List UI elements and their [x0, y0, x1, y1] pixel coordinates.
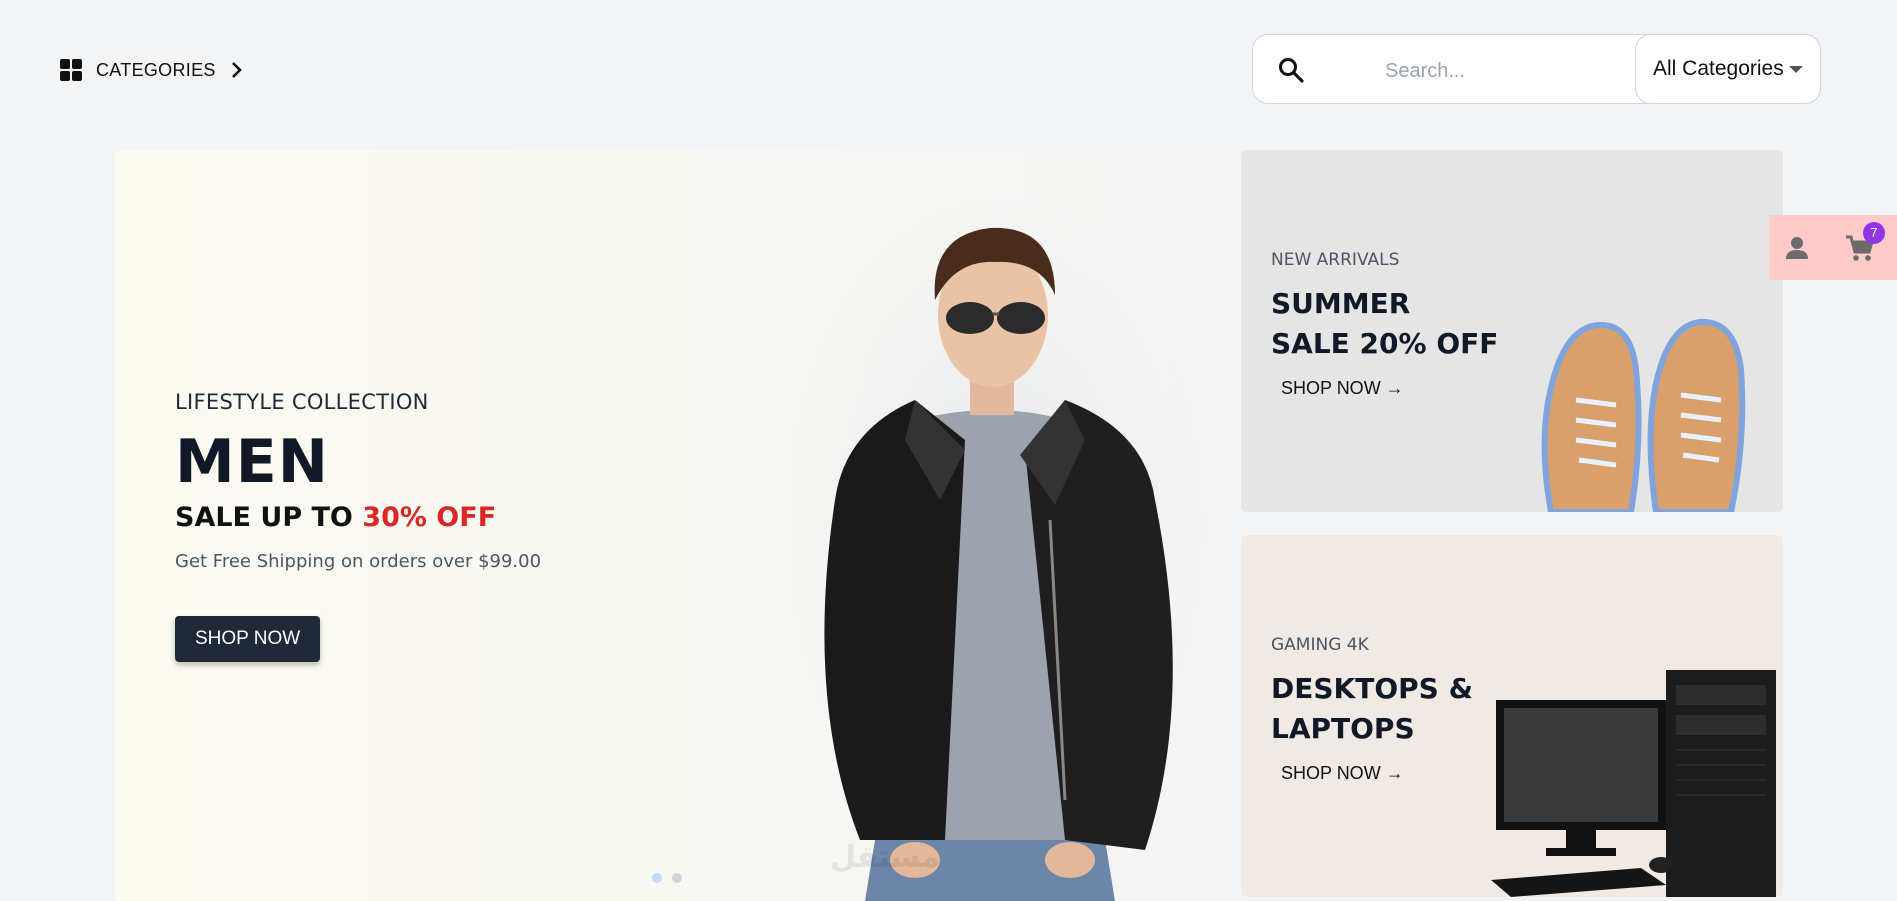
promo-title-line: SUMMER: [1271, 287, 1411, 320]
hero-title: MEN: [175, 427, 329, 497]
model-image: [765, 200, 1221, 901]
promo-title-line: LAPTOPS: [1271, 712, 1415, 745]
category-select-value: All Categories: [1653, 57, 1784, 80]
user-icon[interactable]: [1783, 234, 1811, 262]
carousel-dot[interactable]: [672, 873, 682, 883]
hero-shipping-note: Get Free Shipping on orders over $99.00: [175, 551, 542, 572]
promo-title-line: SALE 20% OFF: [1271, 327, 1499, 360]
promo-card-summer-sale: NEW ARRIVALS SUMMER SALE 20% OFF SHOP NO…: [1241, 150, 1783, 512]
promo-card-desktops: GAMING 4K DESKTOPS & LAPTOPS SHOP NOW →: [1241, 535, 1783, 897]
promo-text: NEW ARRIVALS SUMMER SALE 20% OFF SHOP NO…: [1271, 250, 1498, 399]
desktop-computer-image: [1491, 670, 1776, 897]
promo-text: GAMING 4K DESKTOPS & LAPTOPS SHOP NOW →: [1271, 635, 1473, 784]
promo-title-line: DESKTOPS &: [1271, 672, 1473, 705]
caret-down-icon: [1789, 66, 1803, 73]
promo-eyebrow: GAMING 4K: [1271, 635, 1369, 655]
hero-text: LIFESTYLE COLLECTION MEN SALE UP TO 30% …: [175, 390, 541, 662]
carousel-dots: [652, 873, 682, 883]
categories-label: CATEGORIES: [96, 59, 216, 80]
search-input[interactable]: [1383, 53, 1647, 89]
categories-toggle[interactable]: CATEGORIES: [60, 58, 244, 82]
promo-title: SUMMER SALE 20% OFF: [1271, 284, 1498, 364]
promo-shop-now-link[interactable]: SHOP NOW →: [1271, 378, 1404, 399]
hero-eyebrow: LIFESTYLE COLLECTION: [175, 390, 429, 414]
promo-shop-now-link[interactable]: SHOP NOW →: [1271, 763, 1404, 784]
hero-sale-prefix: SALE UP TO: [175, 502, 353, 533]
hero-banner: LIFESTYLE COLLECTION MEN SALE UP TO 30% …: [115, 150, 1221, 901]
search-bar: All Categories: [1252, 34, 1821, 104]
chevron-right-icon: [231, 62, 242, 78]
grid-icon: [60, 59, 82, 81]
watermark: مستقل: [830, 840, 940, 875]
hero-sale-percent: 30% OFF: [362, 502, 497, 533]
search-icon[interactable]: [1277, 56, 1305, 84]
sneakers-image: [1541, 318, 1746, 512]
hero-sale-line: SALE UP TO 30% OFF: [175, 502, 541, 533]
cart-count-badge: 7: [1863, 222, 1885, 244]
promo-title: DESKTOPS & LAPTOPS: [1271, 669, 1473, 749]
promo-eyebrow: NEW ARRIVALS: [1271, 250, 1400, 270]
category-select[interactable]: All Categories: [1635, 34, 1821, 104]
hero-shop-now-button[interactable]: SHOP NOW: [175, 616, 321, 662]
floating-user-cart-bar: 7: [1769, 215, 1897, 280]
carousel-dot[interactable]: [652, 873, 662, 883]
